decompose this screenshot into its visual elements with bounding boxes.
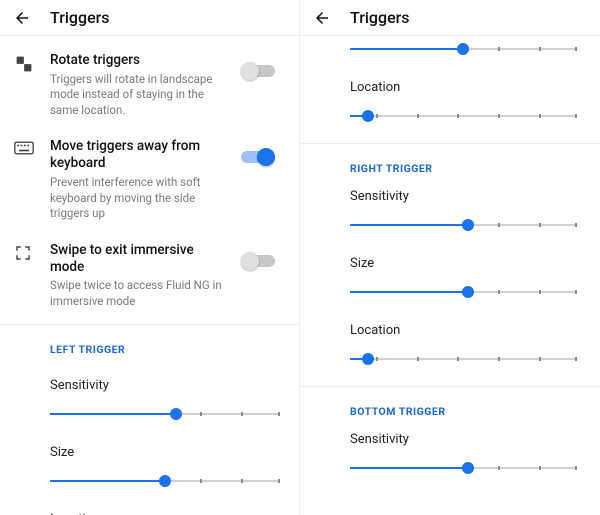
left-location-block: Location <box>0 504 299 515</box>
row-title: Rotate triggers <box>50 52 227 69</box>
row-move-away-keyboard[interactable]: Move triggers away from keyboard Prevent… <box>0 128 299 231</box>
fullscreen-icon <box>14 242 50 266</box>
divider <box>300 386 600 387</box>
section-header: Bottom Trigger <box>350 405 584 418</box>
slider-label: Size <box>350 256 576 271</box>
back-button[interactable] <box>12 8 32 28</box>
appbar: Triggers <box>300 0 600 36</box>
row-title: Move triggers away from keyboard <box>50 138 227 172</box>
arrow-back-icon <box>313 9 331 27</box>
slider-label: Sensitivity <box>350 432 576 447</box>
arrow-back-icon <box>13 9 31 27</box>
swipe-exit-switch[interactable] <box>241 252 275 270</box>
row-subtitle: Triggers will rotate in landscape mode i… <box>50 72 227 119</box>
left-size-slider-cont[interactable] <box>350 42 576 56</box>
bt-sensitivity-block: Sensitivity <box>300 432 600 491</box>
divider <box>300 143 600 144</box>
right-sensitivity-slider[interactable] <box>350 218 576 232</box>
divider <box>0 324 299 325</box>
left-sensitivity-slider[interactable] <box>50 407 279 421</box>
row-swipe-exit[interactable]: Swipe to exit immersive mode Swipe twice… <box>0 232 299 320</box>
row-subtitle: Swipe twice to access Fluid NG in immers… <box>50 278 227 309</box>
right-location-slider[interactable] <box>350 352 576 366</box>
page-title: Triggers <box>350 8 410 27</box>
keyboard-icon <box>14 138 50 159</box>
section-right-trigger: Right Trigger <box>300 148 600 189</box>
section-header: Left Trigger <box>50 343 283 356</box>
rotate-icon <box>14 52 50 78</box>
row-rotate-triggers[interactable]: Rotate triggers Triggers will rotate in … <box>0 42 299 128</box>
top-location-block: Location <box>300 72 600 139</box>
left-sensitivity-block: Sensitivity <box>0 370 299 437</box>
rt-location-block: Location <box>300 315 600 382</box>
rt-size-block: Size <box>300 248 600 315</box>
section-bottom-trigger: Bottom Trigger <box>300 391 600 432</box>
row-title: Swipe to exit immersive mode <box>50 242 227 276</box>
left-size-block: Size <box>0 437 299 504</box>
rt-sensitivity-block: Sensitivity <box>300 189 600 248</box>
row-subtitle: Prevent interference with soft keyboard … <box>50 175 227 222</box>
right-pane: Triggers Location Right Trigger Sensitiv… <box>300 0 600 515</box>
settings-list: Rotate triggers Triggers will rotate in … <box>0 36 299 515</box>
bottom-sensitivity-slider[interactable] <box>350 461 576 475</box>
slider-label: Location <box>350 323 576 338</box>
slider-label: Size <box>50 445 279 460</box>
appbar: Triggers <box>0 0 299 36</box>
left-location-slider[interactable] <box>350 109 576 123</box>
back-button[interactable] <box>312 8 332 28</box>
keyboard-switch[interactable] <box>241 148 275 166</box>
slider-label: Location <box>50 512 279 515</box>
page-title: Triggers <box>50 8 110 27</box>
slider-label: Sensitivity <box>350 189 576 204</box>
slider-label: Location <box>350 80 576 95</box>
right-scroll-content: Location Right Trigger Sensitivity Size … <box>300 36 600 491</box>
section-header: Right Trigger <box>350 162 584 175</box>
rotate-triggers-switch[interactable] <box>241 62 275 80</box>
left-pane: Triggers Rotate triggers Triggers will r… <box>0 0 300 515</box>
left-size-slider[interactable] <box>50 474 279 488</box>
right-size-slider[interactable] <box>350 285 576 299</box>
slider-label: Sensitivity <box>50 378 279 393</box>
section-left-trigger: Left Trigger <box>0 329 299 370</box>
top-size-block <box>300 36 600 72</box>
